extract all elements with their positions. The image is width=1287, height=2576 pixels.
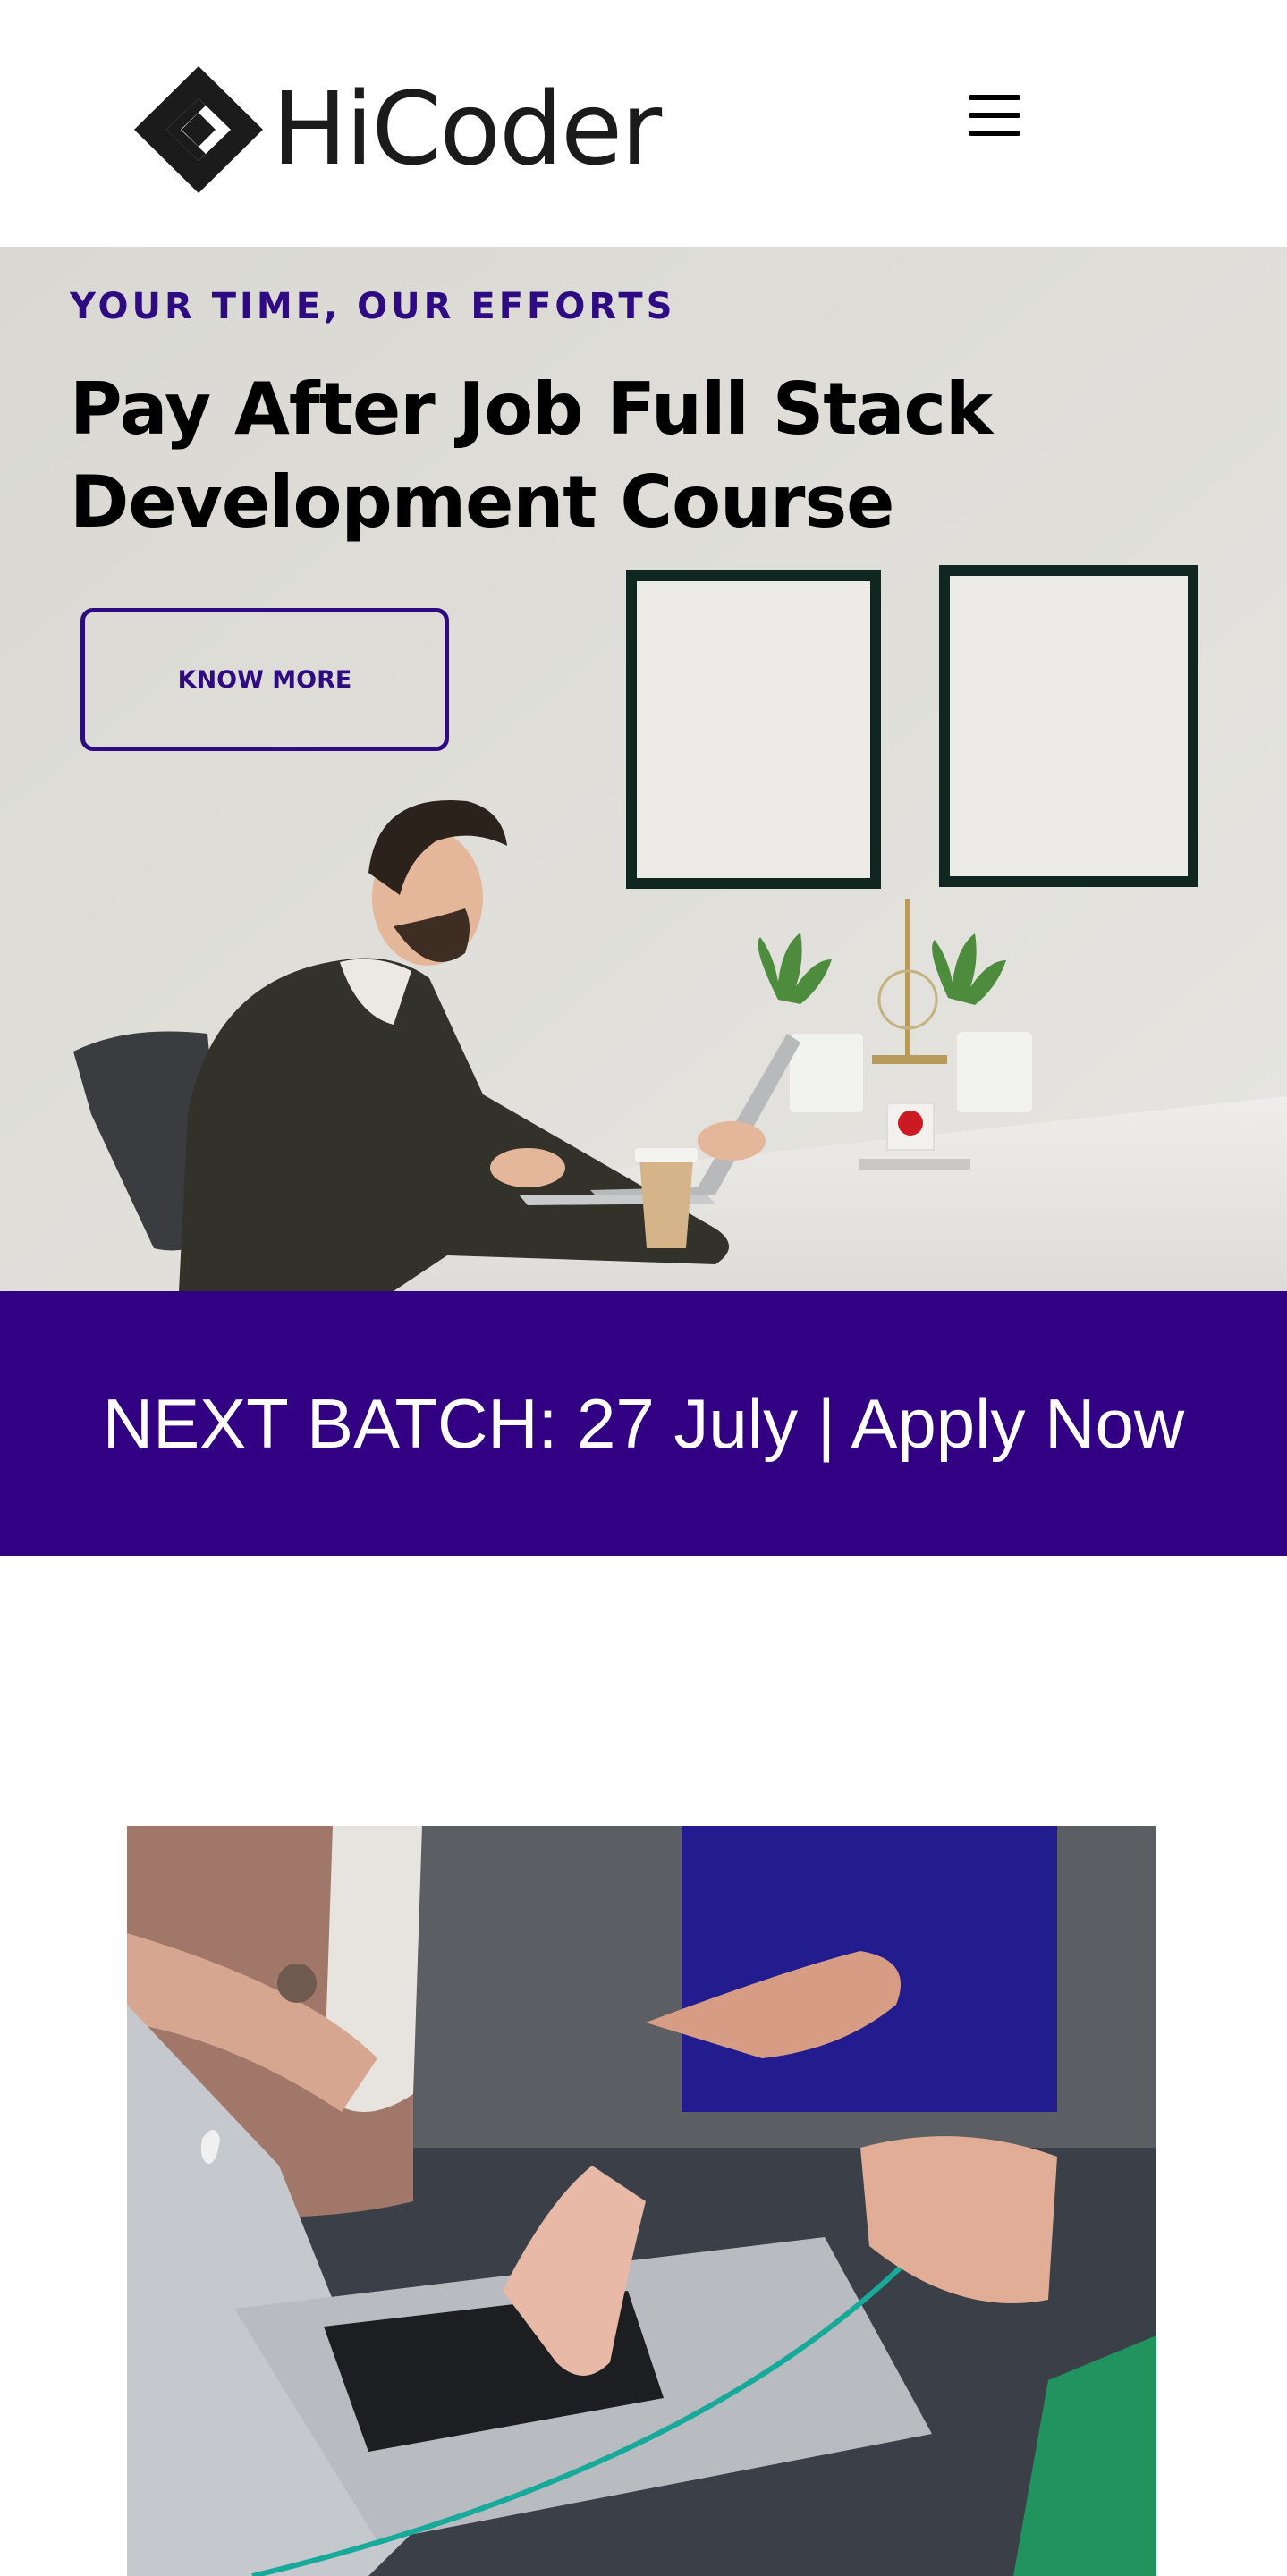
site-header: HiCoder [0, 0, 1287, 247]
hamburger-menu-icon[interactable] [966, 93, 1023, 139]
apply-now-link[interactable]: NEXT BATCH: 27 July | Apply Now [103, 1383, 1184, 1465]
team-photo [127, 1826, 1156, 2576]
hero-section: YOUR TIME, OUR EFFORTS Pay After Job Ful… [0, 247, 1287, 1291]
site-logo[interactable]: HiCoder [131, 63, 703, 197]
next-batch-banner: NEXT BATCH: 27 July | Apply Now [0, 1291, 1287, 1556]
know-more-button[interactable]: KNOW MORE [80, 608, 449, 751]
logo-text: HiCoder [272, 72, 662, 188]
logo-diamond-icon [134, 66, 263, 193]
team-laptop-image [127, 1826, 1156, 2576]
hero-title: Pay After Job Full Stack Development Cou… [70, 367, 993, 544]
hero-tagline: YOUR TIME, OUR EFFORTS [70, 286, 676, 327]
